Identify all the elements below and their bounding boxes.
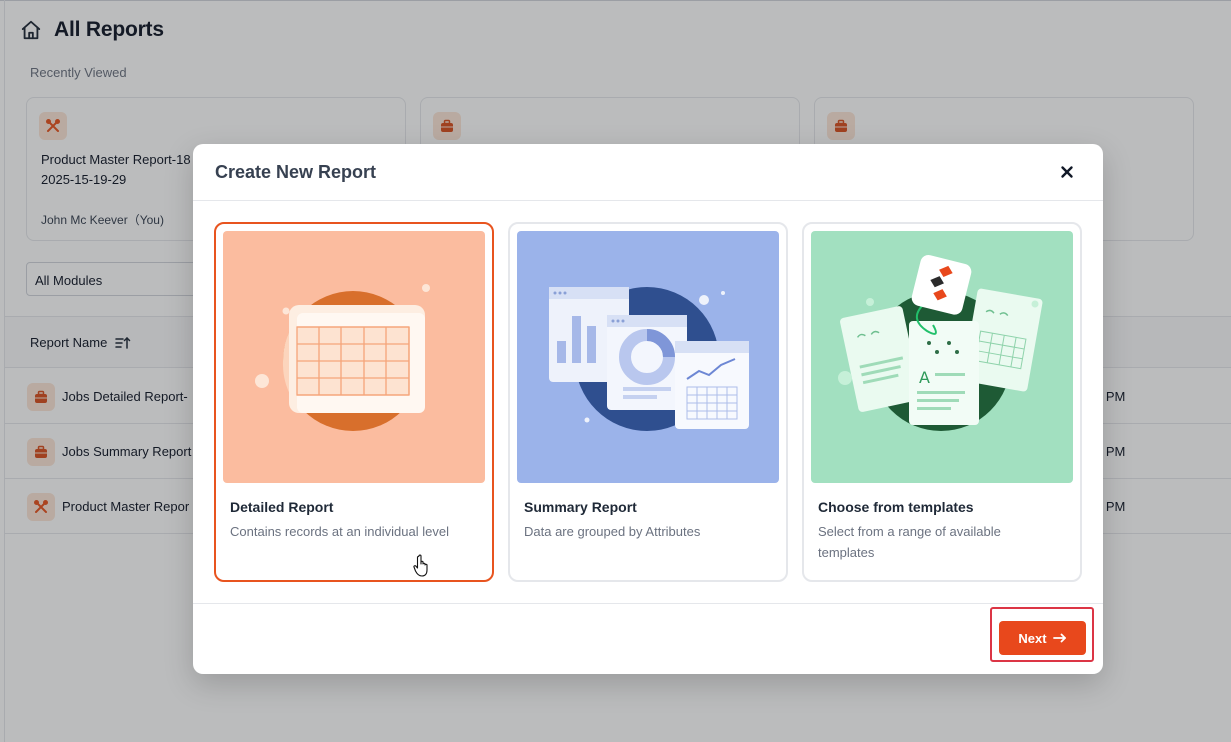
option-description: Select from a range of available templat…: [818, 524, 1001, 560]
create-report-modal: Create New Report Detailed Report Contai…: [193, 144, 1103, 674]
modal-title: Create New Report: [215, 162, 377, 182]
close-icon[interactable]: [1059, 164, 1075, 180]
option-description: Contains records at an individual level: [230, 524, 449, 539]
templates-illustration: A: [811, 231, 1073, 483]
option-title: Detailed Report: [230, 499, 334, 515]
next-button[interactable]: Next: [999, 621, 1086, 655]
hand-pointer-cursor-icon: [413, 554, 428, 577]
option-title: Choose from templates: [818, 499, 974, 515]
option-detailed-report[interactable]: Detailed Report Contains records at an i…: [214, 222, 494, 582]
modal-header: Create New Report: [193, 144, 1103, 201]
summary-report-illustration: [517, 231, 779, 483]
option-title: Summary Report: [524, 499, 637, 515]
option-description: Data are grouped by Attributes: [524, 524, 701, 539]
option-summary-report[interactable]: Summary Report Data are grouped by Attri…: [508, 222, 788, 582]
modal-footer-divider: [193, 603, 1103, 604]
svg-text:A: A: [919, 368, 930, 387]
detailed-report-illustration: [223, 231, 485, 483]
next-button-label: Next: [1018, 630, 1047, 646]
option-choose-from-templates[interactable]: A Choose from templates Select from a ra…: [802, 222, 1082, 582]
arrow-right-icon: [1052, 633, 1066, 643]
